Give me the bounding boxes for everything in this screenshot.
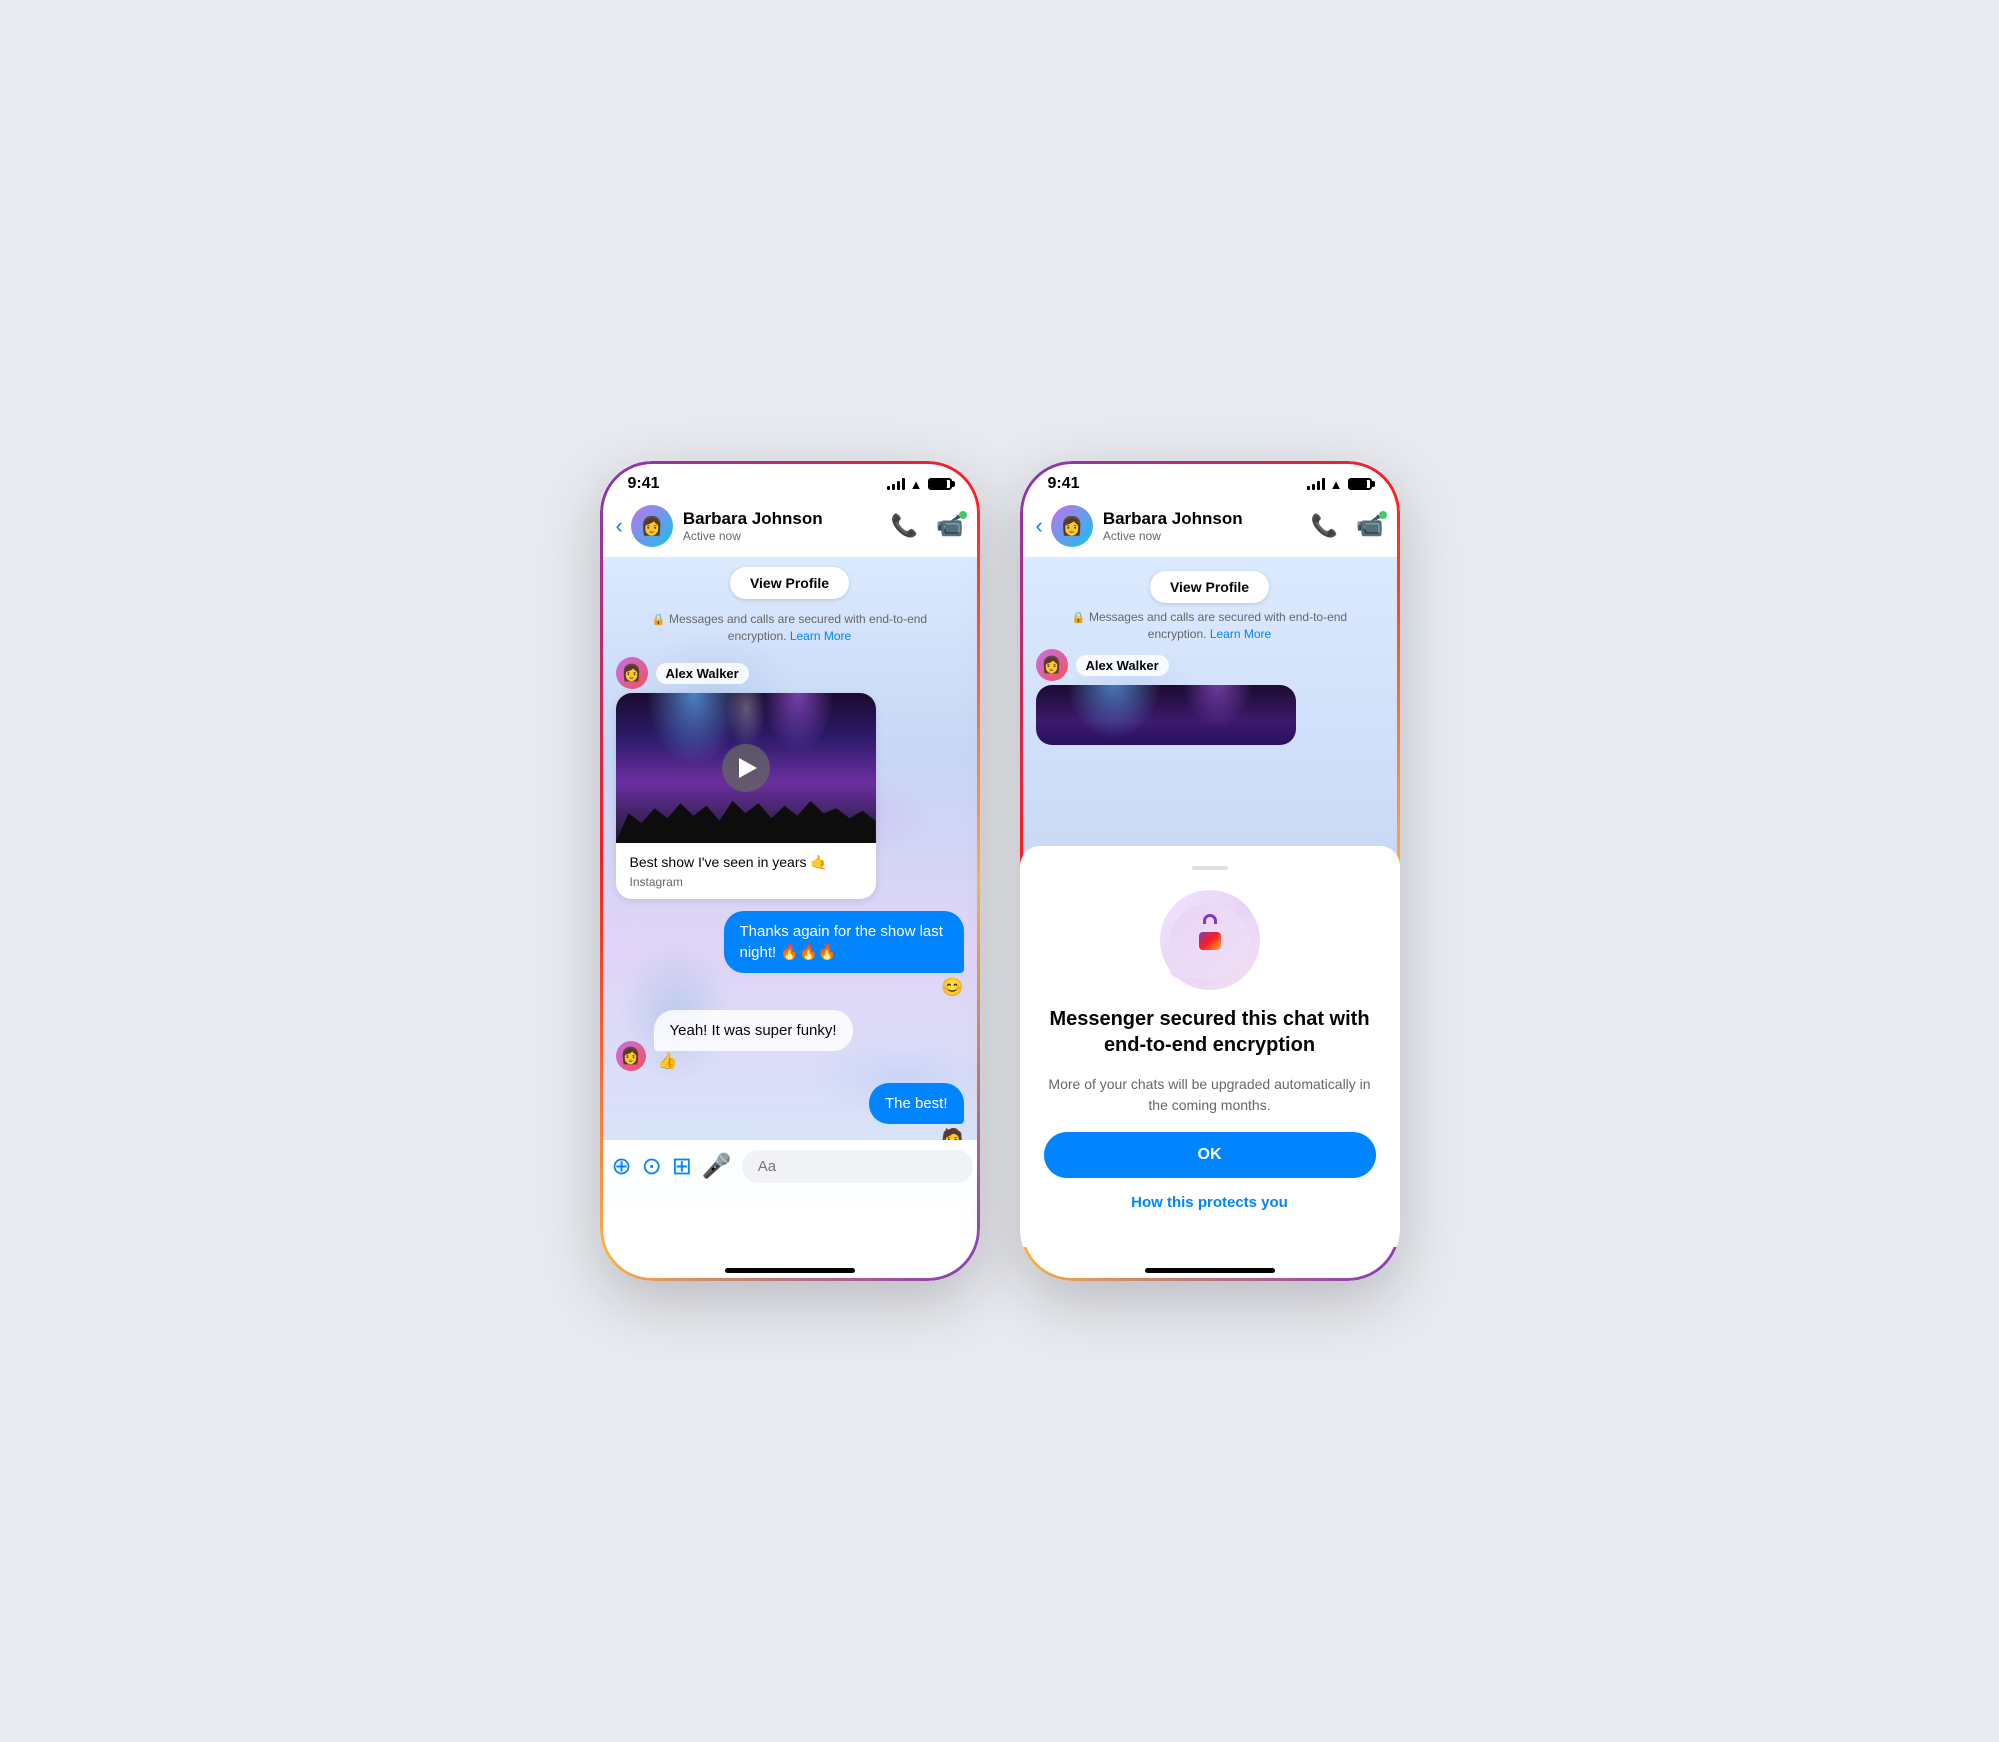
contact-status-1: Active now — [683, 529, 891, 543]
contact-name-1: Barbara Johnson — [683, 509, 891, 529]
caption-source-1: Instagram — [630, 875, 862, 889]
video-active-dot-1 — [959, 511, 967, 519]
header-actions-1: 📞 📹 — [891, 513, 964, 539]
caption-text-1: Best show I've seen in years 🤙 — [630, 853, 862, 873]
lock-icon-2: 🔒 — [1072, 612, 1086, 624]
home-indicator-1 — [725, 1268, 855, 1273]
encryption-icon-bubble — [1170, 903, 1250, 978]
contact-avatar-1[interactable]: 👩 — [631, 505, 673, 547]
sent-reaction-1: 😊 — [941, 977, 963, 998]
phones-container: 9:41 ▲ ‹ 👩 Barbara Johnson — [600, 461, 1400, 1281]
back-button-2[interactable]: ‹ — [1036, 513, 1043, 539]
shared-message-2: 👩 Alex Walker — [1036, 649, 1384, 745]
plus-icon-1[interactable]: ⊕ — [612, 1152, 632, 1181]
contact-name-2: Barbara Johnson — [1103, 509, 1311, 529]
learn-more-link-2[interactable]: Learn More — [1210, 627, 1271, 641]
lock-icon-1: 🔒 — [652, 614, 666, 626]
chat-scroll-1[interactable]: View Profile 🔒 Messages and calls are se… — [600, 557, 980, 1207]
signal-icon-1 — [887, 478, 905, 490]
mic-icon-1[interactable]: 🎤 — [702, 1152, 732, 1181]
phone-call-icon-1[interactable]: 📞 — [891, 513, 918, 539]
contact-info-2: Barbara Johnson Active now — [1103, 509, 1311, 543]
battery-icon-1 — [928, 478, 952, 490]
media-card-2 — [1036, 685, 1296, 745]
view-profile-button-1[interactable]: View Profile — [730, 567, 849, 599]
message-caption-1: Best show I've seen in years 🤙 Instagram — [616, 843, 876, 899]
media-card-1[interactable]: Best show I've seen in years 🤙 Instagram — [616, 693, 876, 899]
video-call-icon-2[interactable]: 📹 — [1356, 513, 1383, 539]
message-input-1[interactable] — [742, 1150, 973, 1183]
received-avatar-1: 👩 — [616, 1041, 646, 1071]
how-protects-button[interactable]: How this protects you — [1131, 1194, 1288, 1211]
sent-message-1: Thanks again for the show last night! 🔥🔥… — [724, 911, 964, 998]
video-active-dot-2 — [1379, 511, 1387, 519]
avatar-image-1: 👩 — [631, 505, 673, 547]
status-time-1: 9:41 — [628, 475, 660, 493]
nav-header-2: ‹ 👩 Barbara Johnson Active now 📞 📹 — [1020, 499, 1400, 557]
sender-row-2: 👩 Alex Walker — [1036, 649, 1169, 681]
lock-body — [1199, 932, 1221, 950]
sender-avatar-1: 👩 — [616, 657, 648, 689]
phone-1: 9:41 ▲ ‹ 👩 Barbara Johnson — [600, 461, 980, 1281]
wifi-icon-2: ▲ — [1330, 477, 1343, 492]
received-reaction-1: 👍 — [658, 1053, 678, 1070]
video-call-icon-1[interactable]: 📹 — [936, 513, 963, 539]
camera-icon-1[interactable]: ⊙ — [642, 1152, 662, 1181]
modal-title: Messenger secured this chat with end-to-… — [1044, 1006, 1376, 1058]
status-time-2: 9:41 — [1048, 475, 1080, 493]
sent-bubble-2: The best! — [869, 1083, 964, 1124]
ok-button[interactable]: OK — [1044, 1132, 1376, 1178]
contact-status-2: Active now — [1103, 529, 1311, 543]
status-icons-1: ▲ — [887, 477, 952, 492]
contact-avatar-2[interactable]: 👩 — [1051, 505, 1093, 547]
signal-icon-2 — [1307, 478, 1325, 490]
sender-name-2: Alex Walker — [1076, 655, 1169, 676]
encryption-notice-1: 🔒 Messages and calls are secured with en… — [616, 611, 964, 645]
battery-icon-2 — [1348, 478, 1372, 490]
chat-area-2: View Profile 🔒 Messages and calls are se… — [1020, 557, 1400, 1247]
modal-handle — [1192, 866, 1228, 870]
encryption-notice-2: 🔒 Messages and calls are secured with en… — [1036, 609, 1384, 643]
sender-name-1: Alex Walker — [656, 663, 749, 684]
phone2-top-chat: View Profile 🔒 Messages and calls are se… — [1020, 557, 1400, 755]
concert-thumbnail-2 — [1036, 685, 1296, 745]
shared-message-1: ⎙ 👩 Alex Walker — [616, 657, 896, 899]
concert-thumbnail-1 — [616, 693, 876, 843]
received-message-1: 👩 Yeah! It was super funky! 👍 — [616, 1010, 964, 1071]
encryption-modal: Messenger secured this chat with end-to-… — [1020, 846, 1400, 1247]
received-bubble-1: Yeah! It was super funky! — [654, 1010, 853, 1051]
sender-row-1: 👩 Alex Walker — [616, 657, 749, 689]
sent-message-2: The best! 🧑 — [869, 1083, 964, 1149]
chat-area-1: View Profile 🔒 Messages and calls are se… — [600, 557, 980, 1207]
contact-info-1: Barbara Johnson Active now — [683, 509, 891, 543]
back-button-1[interactable]: ‹ — [616, 513, 623, 539]
gallery-icon-1[interactable]: ⊞ — [672, 1152, 692, 1181]
status-icons-2: ▲ — [1307, 477, 1372, 492]
lock-gradient-icon — [1194, 921, 1226, 959]
play-triangle-1 — [739, 758, 757, 778]
play-button-1[interactable] — [722, 744, 770, 792]
modal-subtitle: More of your chats will be upgraded auto… — [1044, 1074, 1376, 1116]
sent-bubble-1: Thanks again for the show last night! 🔥🔥… — [724, 911, 964, 973]
input-bar-1: ⊕ ⊙ ⊞ 🎤 😊 ✌️ — [600, 1140, 980, 1207]
header-actions-2: 📞 📹 — [1311, 513, 1384, 539]
lock-shackle — [1203, 914, 1217, 924]
phone-2: 9:41 ▲ ‹ 👩 Barbara Johnson — [1020, 461, 1400, 1281]
home-indicator-2 — [1145, 1268, 1275, 1273]
received-bubble-wrapper-1: Yeah! It was super funky! 👍 — [654, 1010, 853, 1071]
encryption-icon-wrapper — [1160, 890, 1260, 990]
sender-avatar-2: 👩 — [1036, 649, 1068, 681]
avatar-image-2: 👩 — [1051, 505, 1093, 547]
concert-lights-2 — [1036, 685, 1296, 745]
wifi-icon-1: ▲ — [910, 477, 923, 492]
view-profile-button-2[interactable]: View Profile — [1150, 571, 1269, 603]
status-bar-1: 9:41 ▲ — [600, 461, 980, 499]
learn-more-link-1[interactable]: Learn More — [790, 629, 851, 643]
phone-call-icon-2[interactable]: 📞 — [1311, 513, 1338, 539]
nav-header-1: ‹ 👩 Barbara Johnson Active now 📞 📹 — [600, 499, 980, 557]
status-bar-2: 9:41 ▲ — [1020, 461, 1400, 499]
